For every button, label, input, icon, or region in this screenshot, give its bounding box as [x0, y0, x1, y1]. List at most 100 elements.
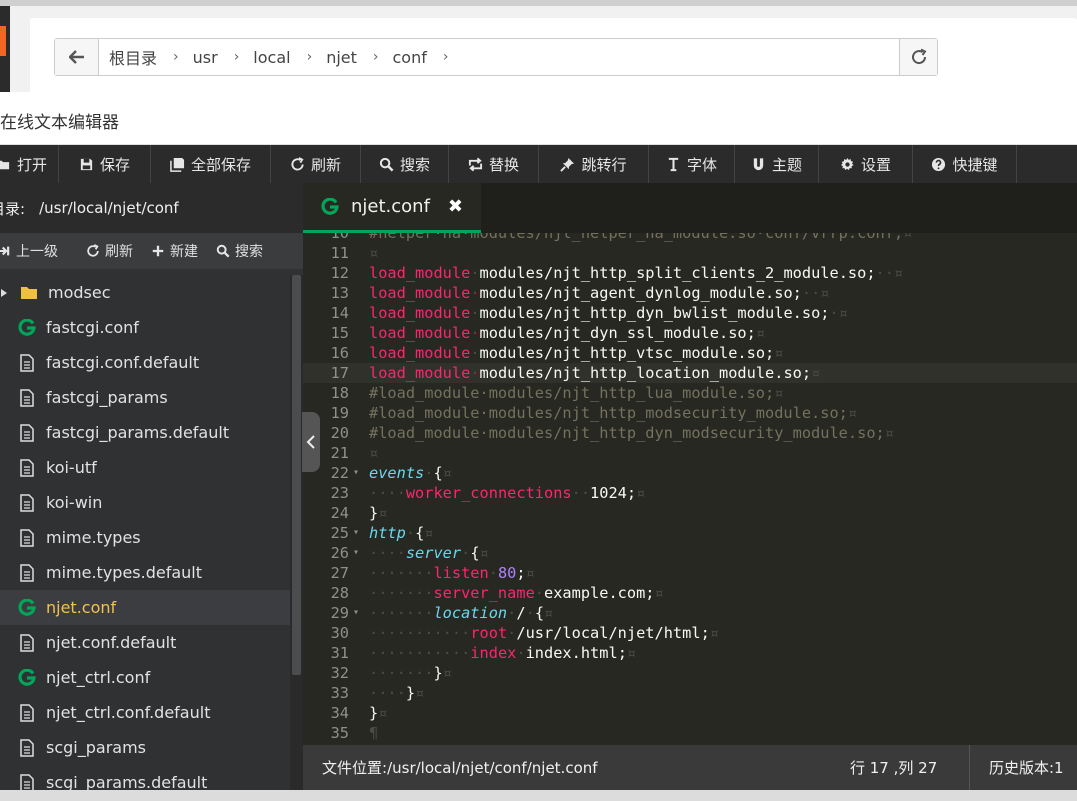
file-item[interactable]: scgi_params — [0, 730, 290, 765]
code-token: index.html; — [525, 644, 627, 662]
code-line[interactable]: 22 ▾ events·{¤ — [303, 463, 1077, 483]
toolbar-button-replace[interactable]: 替换 — [449, 145, 539, 183]
toolbar-button-help[interactable]: 快捷键 — [913, 145, 1017, 183]
sidebar-action-plus[interactable]: 新建 — [151, 241, 198, 261]
code-token: worker_connections — [405, 484, 572, 502]
file-item[interactable]: mime.types.default — [0, 555, 290, 590]
code-line[interactable]: 29 ▾ ·······location·/·{¤ — [303, 603, 1077, 623]
breadcrumb-item[interactable]: njet › — [326, 48, 392, 67]
file-item[interactable]: njet.conf.default — [0, 625, 290, 660]
file-item[interactable]: njet_ctrl.conf.default — [0, 695, 290, 730]
toolbar-button-save-all[interactable]: 全部保存 — [151, 145, 271, 183]
sidebar-scrollbar[interactable] — [290, 275, 303, 801]
code-line[interactable]: 18 #load_module·modules/njt_http_lua_modu… — [303, 383, 1077, 403]
code-line[interactable]: 10 #helper·ha·modules/njt_helper_ha_modul… — [303, 233, 1077, 243]
file-item[interactable]: fastcgi_params.default — [0, 415, 290, 450]
breadcrumb-item-label: njet — [326, 47, 357, 67]
file-name: fastcgi.conf — [46, 318, 139, 337]
toolbar-button-refresh[interactable]: 刷新 — [271, 145, 361, 183]
code-line[interactable]: 33 ····}¤ — [303, 683, 1077, 703]
toolbar-button-text-cursor[interactable]: 字体 — [649, 145, 735, 183]
folder-open-icon — [0, 160, 10, 169]
tab-njet-conf[interactable]: njet.conf ✖ — [303, 183, 481, 233]
file-item[interactable]: koi-win — [0, 485, 290, 520]
code-line[interactable]: 12 load_module·modules/njt_http_split_cli… — [303, 263, 1077, 283]
expand-arrow-icon[interactable] — [0, 283, 8, 302]
toolbar-button-save[interactable]: 保存 — [59, 145, 151, 183]
code-line[interactable]: 14 load_module·modules/njt_http_dyn_bwlis… — [303, 303, 1077, 323]
tab-bar: njet.conf ✖ — [303, 183, 1077, 233]
toolbar-button-folder-open[interactable]: 打开 — [0, 145, 59, 183]
code-line[interactable]: 17 load_module·modules/njt_http_location_… — [303, 363, 1077, 383]
sidebar-action-search[interactable]: 搜索 — [216, 241, 263, 261]
code-text: #load_module·modules/njt_http_lua_module… — [369, 383, 783, 403]
code-line[interactable]: 13 load_module·modules/njt_agent_dynlog_m… — [303, 283, 1077, 303]
code-line[interactable]: 11 ¤ — [303, 243, 1077, 263]
sidebar-action-refresh[interactable]: 刷新 — [86, 241, 133, 261]
path-refresh-button[interactable] — [899, 39, 937, 75]
code-line[interactable]: 21 ¤ — [303, 443, 1077, 463]
breadcrumb-item[interactable]: usr › — [193, 48, 254, 67]
code-line[interactable]: 34}¤ — [303, 703, 1077, 723]
code-line[interactable]: 24}¤ — [303, 503, 1077, 523]
code-line[interactable]: 26 ▾ ····server·{¤ — [303, 543, 1077, 563]
fold-toggle-icon[interactable]: ▾ — [353, 523, 359, 543]
file-item[interactable]: mime.types — [0, 520, 290, 555]
code-token: load_module — [369, 264, 471, 282]
code-token: ¤ — [709, 624, 719, 642]
chevron-right-icon: › — [233, 49, 240, 65]
code-line[interactable]: 35 ¶ — [303, 723, 1077, 743]
breadcrumb-item[interactable]: conf › — [393, 48, 463, 67]
tab-close-icon[interactable]: ✖ — [448, 196, 463, 217]
directory-path: /usr/local/njet/conf — [39, 199, 179, 217]
toolbar-button-gear[interactable]: 设置 — [819, 145, 913, 183]
code-area[interactable]: 10 #helper·ha·modules/njt_helper_ha_modul… — [303, 233, 1077, 745]
sidebar-collapse-handle[interactable] — [302, 412, 320, 472]
code-line[interactable]: 27 ·······listen·80;¤ — [303, 563, 1077, 583]
toolbar-button-search[interactable]: 搜索 — [361, 145, 449, 183]
line-number: 16 — [330, 344, 349, 362]
file-item[interactable]: njet.conf — [0, 590, 290, 625]
code-text: #helper·ha·modules/njt_helper_ha_module.… — [369, 233, 912, 243]
file-item[interactable]: fastcgi.conf.default — [0, 345, 290, 380]
code-line[interactable]: 32 ·······}¤ — [303, 663, 1077, 683]
code-line[interactable]: 20 #load_module·modules/njt_http_dyn_mods… — [303, 423, 1077, 443]
code-line[interactable]: 31 ···········index·index.html;¤ — [303, 643, 1077, 663]
toolbar-button-pin[interactable]: 跳转行 — [539, 145, 649, 183]
file-item[interactable]: fastcgi.conf — [0, 310, 290, 345]
code-token: · — [405, 524, 416, 542]
breadcrumb-item[interactable]: local › — [253, 48, 326, 67]
code-token: ¤ — [479, 544, 489, 562]
code-token: ¤ — [774, 384, 784, 402]
fold-toggle-icon[interactable]: ▾ — [353, 463, 359, 483]
file-item[interactable]: njet_ctrl.conf — [0, 660, 290, 695]
code-token: · — [507, 624, 517, 642]
code-line[interactable]: 25 ▾ http·{¤ — [303, 523, 1077, 543]
code-line[interactable]: 28 ·······server_name·example.com;¤ — [303, 583, 1077, 603]
code-token: ···· — [369, 684, 406, 702]
code-line[interactable]: 15 load_module·modules/njt_dyn_ssl_module… — [303, 323, 1077, 343]
tab-label: njet.conf — [351, 196, 430, 217]
sidebar-action-label: 新建 — [170, 244, 198, 260]
fold-toggle-icon[interactable]: ▾ — [353, 543, 359, 563]
file-name: njet.conf.default — [46, 633, 177, 652]
code-line[interactable]: 30 ···········root·/usr/local/njet/html;¤ — [303, 623, 1077, 643]
back-button[interactable] — [55, 39, 99, 75]
fold-toggle-icon[interactable]: ▾ — [353, 603, 359, 623]
file-item[interactable]: fastcgi_params — [0, 380, 290, 415]
code-token: modules/njt_http_vtsc_module.so; — [479, 344, 775, 362]
history-version[interactable]: 历史版本:1 — [989, 757, 1064, 778]
code-line[interactable]: 23 ····worker_connections··1024;¤ — [303, 483, 1077, 503]
toolbar-button-theme[interactable]: 主题 — [735, 145, 819, 183]
code-line[interactable]: 19 #load_module·modules/njt_http_modsecur… — [303, 403, 1077, 423]
scrollbar-thumb[interactable] — [292, 275, 301, 675]
file-name: fastcgi_params — [46, 388, 168, 407]
file-item[interactable]: koi-utf — [0, 450, 290, 485]
app-window: 根目录 › usr › local › njet › conf › 在线文本编辑器 打开 保存 全部保… — [0, 0, 1077, 801]
conf-file-icon — [321, 197, 339, 215]
file-item[interactable]: modsec — [0, 275, 290, 310]
sidebar-action-up-level[interactable]: 上一级 — [0, 241, 58, 261]
breadcrumb-item[interactable]: 根目录 › — [109, 45, 193, 69]
file-name: njet_ctrl.conf — [46, 668, 151, 687]
code-line[interactable]: 16 load_module·modules/njt_http_vtsc_modu… — [303, 343, 1077, 363]
